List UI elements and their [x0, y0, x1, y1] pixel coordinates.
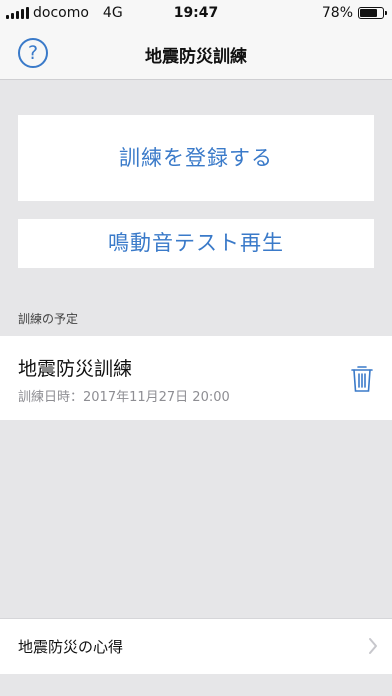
schedule-item-title: 地震防災訓練 — [18, 358, 133, 380]
page-title: 地震防災訓練 — [145, 47, 247, 67]
disaster-tips-row[interactable]: 地震防災の心得 — [0, 618, 392, 674]
battery-percent: 78% — [321, 5, 353, 21]
schedule-list-item[interactable]: 地震防災訓練 訓練日時：2017年11月27日 20:00 — [0, 336, 392, 420]
status-bar: docomo 4G 19:47 78% — [0, 0, 392, 28]
chevron-right-icon — [369, 638, 377, 654]
navigation-bar: ? 地震防災訓練 — [0, 28, 392, 80]
status-right: 78% — [321, 5, 387, 21]
bottom-strip — [0, 674, 392, 696]
sound-test-button[interactable]: 鳴動音テスト再生 — [18, 219, 374, 268]
disaster-tips-label: 地震防災の心得 — [18, 638, 124, 656]
battery-fill — [360, 9, 378, 17]
schedule-section-label: 訓練の予定 — [18, 312, 79, 326]
register-training-button[interactable]: 訓練を登録する — [18, 115, 374, 201]
trash-icon[interactable] — [350, 364, 374, 394]
battery-icon — [358, 7, 387, 19]
schedule-item-datetime: 訓練日時：2017年11月27日 20:00 — [18, 390, 230, 405]
